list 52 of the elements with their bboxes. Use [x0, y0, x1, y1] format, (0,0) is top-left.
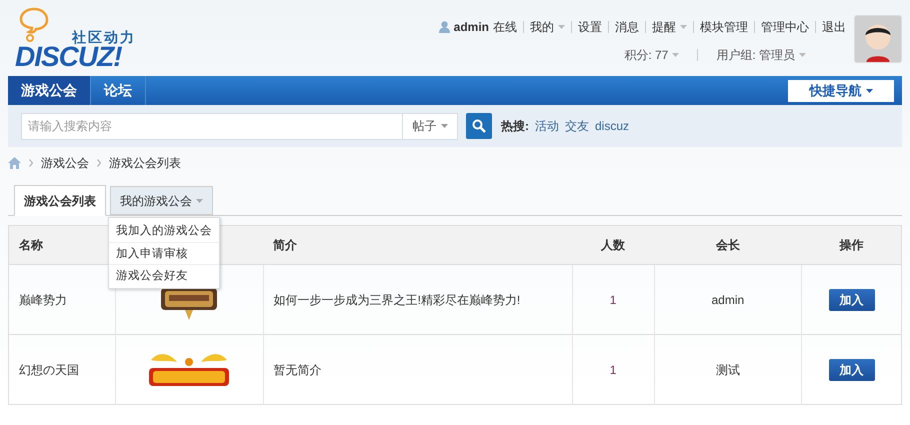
caret-icon	[799, 53, 806, 57]
column-header: 操作	[802, 226, 902, 264]
join-button[interactable]: 加入	[828, 358, 875, 380]
caret-icon	[866, 88, 872, 92]
breadcrumb-link[interactable]: 游戏公会列表	[109, 154, 181, 172]
user-group-link[interactable]: 用户组: 管理员	[716, 46, 806, 64]
table-cell: admin	[654, 264, 802, 334]
search-field[interactable]: 请输入搜索内容	[21, 112, 402, 140]
table-cell: 1	[572, 264, 654, 334]
user-menu-link[interactable]: 模块管理	[700, 18, 748, 36]
tab[interactable]: 我的游戏公会	[110, 186, 213, 215]
search-button[interactable]	[466, 113, 492, 139]
online-status: 在线	[493, 19, 517, 36]
join-button[interactable]: 加入	[828, 288, 875, 310]
caret-icon	[558, 25, 565, 29]
chevron-icon	[97, 159, 101, 167]
credits-link[interactable]: 积分: 77	[624, 46, 680, 64]
username-link[interactable]: admin	[454, 18, 489, 36]
table-cell: 测试	[654, 334, 802, 404]
table-cell: 如何一步一步成为三界之王!精彩尽在巅峰势力!	[263, 264, 572, 334]
user-icon	[438, 21, 450, 33]
user-menu-link[interactable]: 我的	[530, 18, 565, 36]
search-type-select[interactable]: 帖子	[402, 112, 458, 140]
user-menu-link[interactable]: 消息	[615, 18, 639, 36]
home-icon	[8, 157, 21, 169]
table-cell: 1	[572, 334, 654, 404]
column-header: 会长	[654, 226, 802, 264]
search-icon	[472, 119, 486, 133]
hot-search-label: 热搜:	[501, 118, 529, 135]
user-menu-link[interactable]: 设置	[578, 18, 602, 36]
user-menu-link[interactable]: 提醒	[652, 18, 687, 36]
hot-search-link[interactable]: discuz	[595, 117, 630, 135]
caret-icon	[196, 198, 203, 202]
logo-slogan: 社区动力	[72, 28, 136, 46]
hot-search-link[interactable]: 活动	[535, 117, 559, 135]
dropdown-item[interactable]: 加入申请审核	[109, 242, 219, 264]
user-menu-link[interactable]: 管理中心	[761, 18, 809, 36]
caret-icon	[440, 124, 448, 128]
table-cell: 暂无简介	[263, 334, 572, 404]
nav-tab[interactable]: 游戏公会	[8, 76, 91, 105]
tab[interactable]: 游戏公会列表	[14, 185, 106, 216]
breadcrumb-link[interactable]: 游戏公会	[41, 154, 89, 172]
hot-search-link[interactable]: 交友	[565, 117, 589, 135]
user-menu-link[interactable]: 退出	[822, 18, 846, 36]
caret-icon	[672, 53, 680, 57]
table-cell: 幻想の天国	[8, 334, 116, 404]
column-header: 简介	[263, 226, 572, 264]
dropdown-item[interactable]: 游戏公会好友	[109, 264, 219, 286]
chevron-icon	[29, 159, 33, 167]
caret-icon	[680, 25, 687, 29]
quick-nav-button[interactable]: 快捷导航	[788, 80, 894, 102]
column-header: 人数	[572, 226, 654, 264]
